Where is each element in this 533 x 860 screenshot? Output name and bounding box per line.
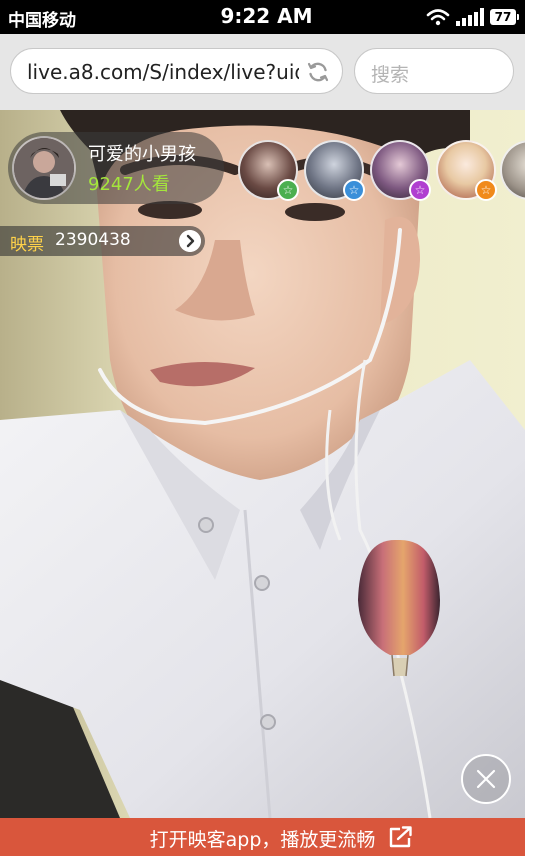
video-frame: [0, 110, 525, 818]
ticket-value: 2390438: [55, 230, 131, 250]
star-badge-icon: ☆: [343, 179, 365, 201]
star-badge-icon: ☆: [409, 179, 431, 201]
host-avatar-image: [14, 138, 74, 198]
chevron-right-icon[interactable]: [179, 230, 201, 252]
page: 中国移动 9:22 AM 77 live.a8.com/S/index/live…: [0, 0, 533, 860]
viewer-count: 9247人看: [88, 174, 170, 195]
viewer-avatar[interactable]: ☆: [370, 140, 431, 201]
search-input[interactable]: 搜索: [354, 48, 514, 94]
battery-icon: 77: [490, 9, 519, 25]
share-icon: [389, 826, 412, 848]
url-text: live.a8.com/S/index/live?uid: [27, 60, 299, 84]
star-badge-icon: ☆: [277, 179, 299, 201]
viewer-avatar-partial[interactable]: [500, 140, 525, 200]
live-video[interactable]: [0, 110, 525, 818]
ticket-count[interactable]: 映票 2390438: [0, 226, 205, 256]
open-app-banner[interactable]: 打开映客app，播放更流畅: [0, 818, 525, 856]
viewer-avatar[interactable]: ☆: [436, 140, 497, 201]
viewer-avatar[interactable]: ☆: [304, 140, 365, 201]
open-app-banner-text: 打开映客app，播放更流畅: [149, 829, 376, 851]
address-bar[interactable]: live.a8.com/S/index/live?uid: [10, 48, 343, 94]
ticket-label: 映票: [10, 235, 44, 255]
browser-toolbar: live.a8.com/S/index/live?uid 搜索: [0, 34, 525, 111]
wifi-icon: [426, 9, 450, 26]
star-badge-icon: ☆: [475, 179, 497, 201]
close-icon: [476, 769, 496, 789]
signal-icon: [456, 8, 484, 26]
status-bar: 中国移动 9:22 AM 77: [0, 0, 533, 34]
viewer-avatar[interactable]: ☆: [238, 140, 299, 201]
close-button[interactable]: [461, 754, 511, 804]
reload-icon[interactable]: [306, 60, 330, 84]
host-card[interactable]: 可爱的小男孩 9247人看: [8, 132, 224, 204]
host-name: 可爱的小男孩: [88, 144, 196, 165]
battery-level: 77: [490, 9, 516, 25]
host-avatar[interactable]: [12, 136, 76, 200]
status-indicators: 77: [426, 6, 519, 28]
page-edge: [525, 0, 533, 860]
